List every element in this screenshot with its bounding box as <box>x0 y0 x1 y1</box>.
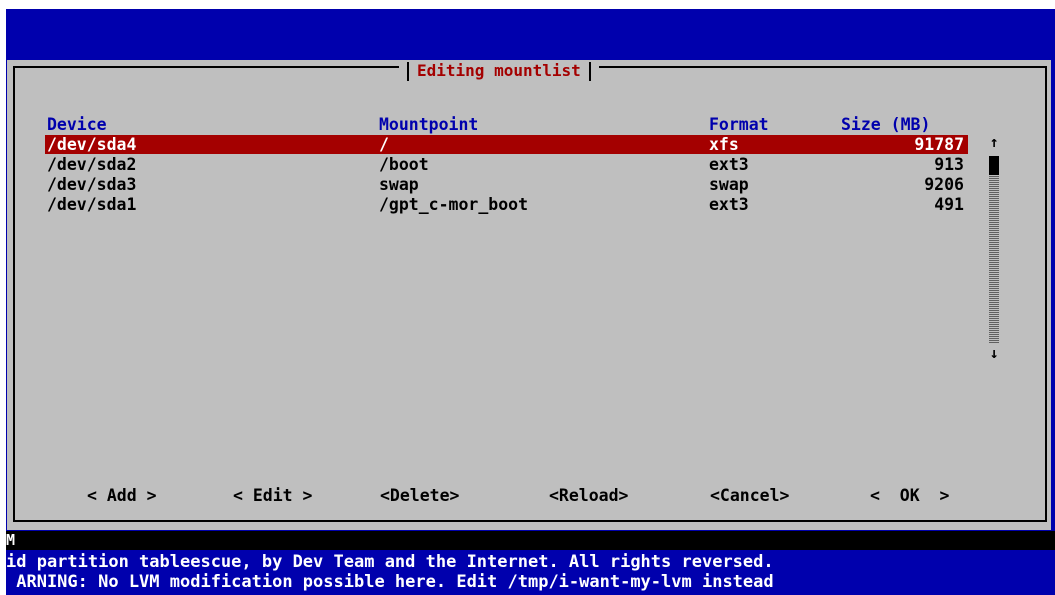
mountlist-row[interactable]: /dev/sda3 swap swap 9206 <box>45 175 968 194</box>
row-mountpoint: / <box>379 135 389 154</box>
edit-button[interactable]: < Edit > <box>233 486 312 506</box>
column-header-mountpoint: Mountpoint <box>379 115 479 134</box>
mountlist-row-selected[interactable]: /dev/sda4 / xfs 91787 <box>45 135 968 154</box>
row-device: /dev/sda2 <box>47 155 137 174</box>
status-line-1: id partition tableescue, by Dev Team and… <box>6 552 774 572</box>
command-line: M <box>6 531 1055 550</box>
row-format: swap <box>709 175 749 194</box>
row-device: /dev/sda4 <box>47 135 137 154</box>
cancel-button[interactable]: <Cancel> <box>710 486 789 506</box>
row-size: 91787 <box>914 135 964 154</box>
row-device: /dev/sda1 <box>47 195 137 214</box>
mountlist-row[interactable]: /dev/sda2 /boot ext3 913 <box>45 155 968 174</box>
ok-button[interactable]: < OK > <box>870 486 949 506</box>
scroll-down-arrow-icon[interactable]: ↓ <box>988 345 1000 361</box>
row-device: /dev/sda3 <box>47 175 137 194</box>
reload-button[interactable]: <Reload> <box>549 486 628 506</box>
delete-button[interactable]: <Delete> <box>380 486 459 506</box>
column-header-format: Format <box>709 115 769 134</box>
status-line-2: ARNING: No LVM modification possible her… <box>6 572 774 592</box>
command-line-text: M <box>6 531 16 549</box>
row-format: ext3 <box>709 195 749 214</box>
row-size: 913 <box>934 155 964 174</box>
row-mountpoint: swap <box>379 175 419 194</box>
title-right-bar <box>588 61 591 81</box>
column-header-device: Device <box>47 115 107 134</box>
dialog-title-wrap: Editing mountlist <box>399 60 599 82</box>
console-screen: Editing mountlist Device Mountpoint Form… <box>6 9 1055 595</box>
scrollbar-thumb[interactable] <box>989 156 999 175</box>
row-format: ext3 <box>709 155 749 174</box>
mountlist-dialog: Editing mountlist Device Mountpoint Form… <box>7 60 1051 530</box>
row-mountpoint: /gpt_c-mor_boot <box>379 195 529 214</box>
row-format: xfs <box>709 135 739 154</box>
column-header-size: Size (MB) <box>841 115 931 134</box>
row-size: 9206 <box>924 175 964 194</box>
row-mountpoint: /boot <box>379 155 429 174</box>
scrollbar-track[interactable] <box>989 175 999 343</box>
row-size: 491 <box>934 195 964 214</box>
add-button[interactable]: < Add > <box>87 486 157 506</box>
list-scrollbar[interactable]: ↑ ↓ <box>988 134 1000 361</box>
scroll-up-arrow-icon[interactable]: ↑ <box>988 134 1000 150</box>
title-left-bar <box>407 61 409 81</box>
dialog-title: Editing mountlist <box>417 61 581 80</box>
mountlist-row[interactable]: /dev/sda1 /gpt_c-mor_boot ext3 491 <box>45 195 968 214</box>
